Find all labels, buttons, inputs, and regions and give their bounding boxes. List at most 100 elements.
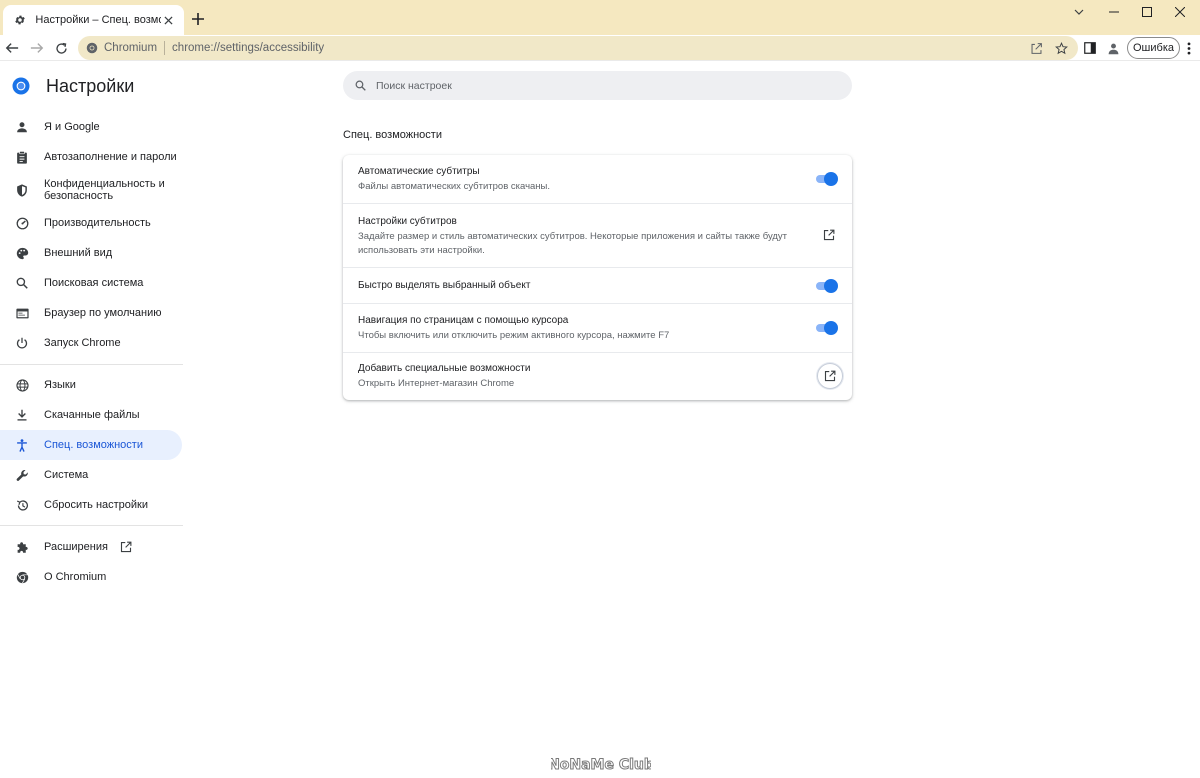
sidebar-item-accessibility[interactable]: Спец. возможности (0, 430, 182, 460)
toolbar: Chromium chrome://settings/accessibility… (0, 35, 1200, 61)
sidebar-item-autofill[interactable]: Автозаполнение и пароли (0, 148, 182, 166)
sidebar-divider (0, 364, 183, 365)
search-icon (355, 80, 366, 91)
omnibox-separator (164, 41, 166, 55)
setting-title: Быстро выделять выбранный объект (358, 280, 531, 291)
sidebar-item-label: Расширения (44, 541, 108, 553)
browser-icon (14, 305, 30, 321)
external-link-icon[interactable] (817, 363, 843, 389)
shield-icon (14, 182, 30, 198)
sidebar-item-about[interactable]: О Chromium (0, 568, 182, 586)
menu-kebab-icon[interactable] (1179, 38, 1199, 58)
setting-row-focus-highlight[interactable]: Быстро выделять выбранный объект (343, 267, 852, 303)
focus-highlight-toggle[interactable] (814, 279, 838, 293)
new-tab-icon[interactable] (189, 10, 207, 28)
globe-icon (14, 377, 30, 393)
live-caption-toggle[interactable] (814, 172, 838, 186)
sidebar-item-languages[interactable]: Языки (0, 376, 182, 394)
sidebar-item-reset-settings[interactable]: Сбросить настройки (0, 496, 182, 514)
chromium-logo-icon (12, 77, 30, 95)
sidebar-item-appearance[interactable]: Внешний вид (0, 244, 182, 262)
browser-tab[interactable]: Настройки – Спец. возможност (3, 5, 184, 35)
setting-title: Навигация по страницам с помощью курсора (358, 315, 569, 326)
tab-search-chevron-icon[interactable] (1062, 0, 1096, 24)
sidebar-item-you-and-google[interactable]: Я и Google (0, 118, 182, 136)
address-bar[interactable]: Chromium chrome://settings/accessibility (78, 36, 1078, 60)
setting-title: Добавить специальные возможности (358, 363, 531, 374)
palette-icon (14, 245, 30, 261)
close-window-icon[interactable] (1163, 0, 1197, 24)
tab-title: Настройки – Спец. возможност (35, 14, 160, 26)
share-icon[interactable] (1028, 40, 1044, 56)
sidebar-item-label: Браузер по умолчанию (44, 307, 162, 319)
wrench-icon (14, 467, 30, 483)
page-title: Настройки (46, 76, 135, 96)
chromium-icon (14, 569, 30, 585)
minimize-icon[interactable] (1097, 0, 1131, 24)
setting-row-add-accessibility-features[interactable]: Добавить специальные возможности Открыть… (343, 352, 852, 400)
external-link-icon (120, 541, 132, 553)
site-chip-label: Chromium (104, 42, 158, 54)
sidebar-divider (0, 525, 183, 526)
chromium-site-icon (86, 42, 98, 54)
forward-arrow-icon[interactable] (27, 38, 47, 58)
sidebar-item-label: Запуск Chrome (44, 337, 121, 349)
reload-icon[interactable] (51, 38, 71, 58)
profile-icon[interactable] (1103, 38, 1123, 58)
settings-search[interactable]: Поиск настроек (343, 71, 852, 100)
sidebar-item-downloads[interactable]: Скачанные файлы (0, 406, 182, 424)
maximize-icon[interactable] (1130, 0, 1164, 24)
sidebar-item-label: Поисковая система (44, 277, 144, 289)
puzzle-icon (14, 539, 30, 555)
setting-subtitle: Файлы автоматических субтитров скачаны. (358, 181, 551, 192)
back-arrow-icon[interactable] (2, 38, 22, 58)
restore-icon (14, 497, 30, 513)
sidebar-item-label: Скачанные файлы (44, 409, 140, 421)
svg-text:NoNaMe Club: NoNaMe Club (551, 757, 651, 773)
power-icon (14, 335, 30, 351)
sidebar-item-performance[interactable]: Производительность (0, 214, 182, 232)
setting-title: Автоматические субтитры (358, 166, 480, 177)
sidebar-item-label: Спец. возможности (44, 439, 143, 451)
side-panel-icon[interactable] (1080, 38, 1100, 58)
speedometer-icon (14, 215, 30, 231)
section-title: Спец. возможности (343, 129, 442, 141)
search-input[interactable]: Поиск настроек (376, 80, 452, 92)
setting-subtitle: Открыть Интернет-магазин Chrome (358, 378, 515, 389)
clipboard-icon (14, 149, 30, 165)
bookmark-star-icon[interactable] (1053, 40, 1069, 56)
sidebar-item-privacy[interactable]: Конфиденциальность и безопасность (0, 178, 182, 202)
sidebar-item-on-startup[interactable]: Запуск Chrome (0, 334, 182, 352)
accessibility-settings-card: Автоматические субтитры Файлы автоматиче… (343, 155, 852, 400)
sidebar-item-extensions[interactable]: Расширения (0, 538, 182, 556)
sidebar-item-default-browser[interactable]: Браузер по умолчанию (0, 304, 182, 322)
url-text[interactable]: chrome://settings/accessibility (172, 42, 324, 54)
setting-title: Настройки субтитров (358, 216, 457, 227)
sidebar-item-label: Языки (44, 379, 76, 391)
setting-row-caption-preferences[interactable]: Настройки субтитров Задайте размер и сти… (343, 203, 852, 267)
settings-gear-icon (12, 12, 27, 28)
caret-browsing-toggle[interactable] (814, 321, 838, 335)
download-icon (14, 407, 30, 423)
person-icon (14, 119, 30, 135)
error-button[interactable]: Ошибка (1127, 37, 1180, 59)
title-bar: Настройки – Спец. возможност (0, 0, 1200, 35)
setting-row-live-caption[interactable]: Автоматические субтитры Файлы автоматиче… (343, 155, 852, 203)
accessibility-icon (14, 437, 30, 453)
sidebar-item-label: Сбросить настройки (44, 499, 149, 511)
sidebar-item-label: Я и Google (44, 121, 100, 133)
sidebar-item-label: О Chromium (44, 571, 107, 583)
setting-subtitle: Задайте размер и стиль автоматических су… (358, 231, 788, 256)
setting-row-caret-browsing[interactable]: Навигация по страницам с помощью курсора… (343, 303, 852, 352)
search-icon (14, 275, 30, 291)
sidebar-item-label: Производительность (44, 217, 151, 229)
sidebar-item-system[interactable]: Система (0, 466, 182, 484)
sidebar-item-search-engine[interactable]: Поисковая система (0, 274, 182, 292)
tab-close-icon[interactable] (161, 12, 176, 28)
sidebar-item-label: Автозаполнение и пароли (44, 151, 177, 163)
sidebar-item-label: Внешний вид (44, 247, 113, 259)
setting-subtitle: Чтобы включить или отключить режим актив… (358, 330, 670, 341)
sidebar-item-label: Конфиденциальность и безопасность (44, 178, 165, 202)
external-link-icon[interactable] (821, 227, 837, 243)
sidebar-item-label: Система (44, 469, 89, 481)
